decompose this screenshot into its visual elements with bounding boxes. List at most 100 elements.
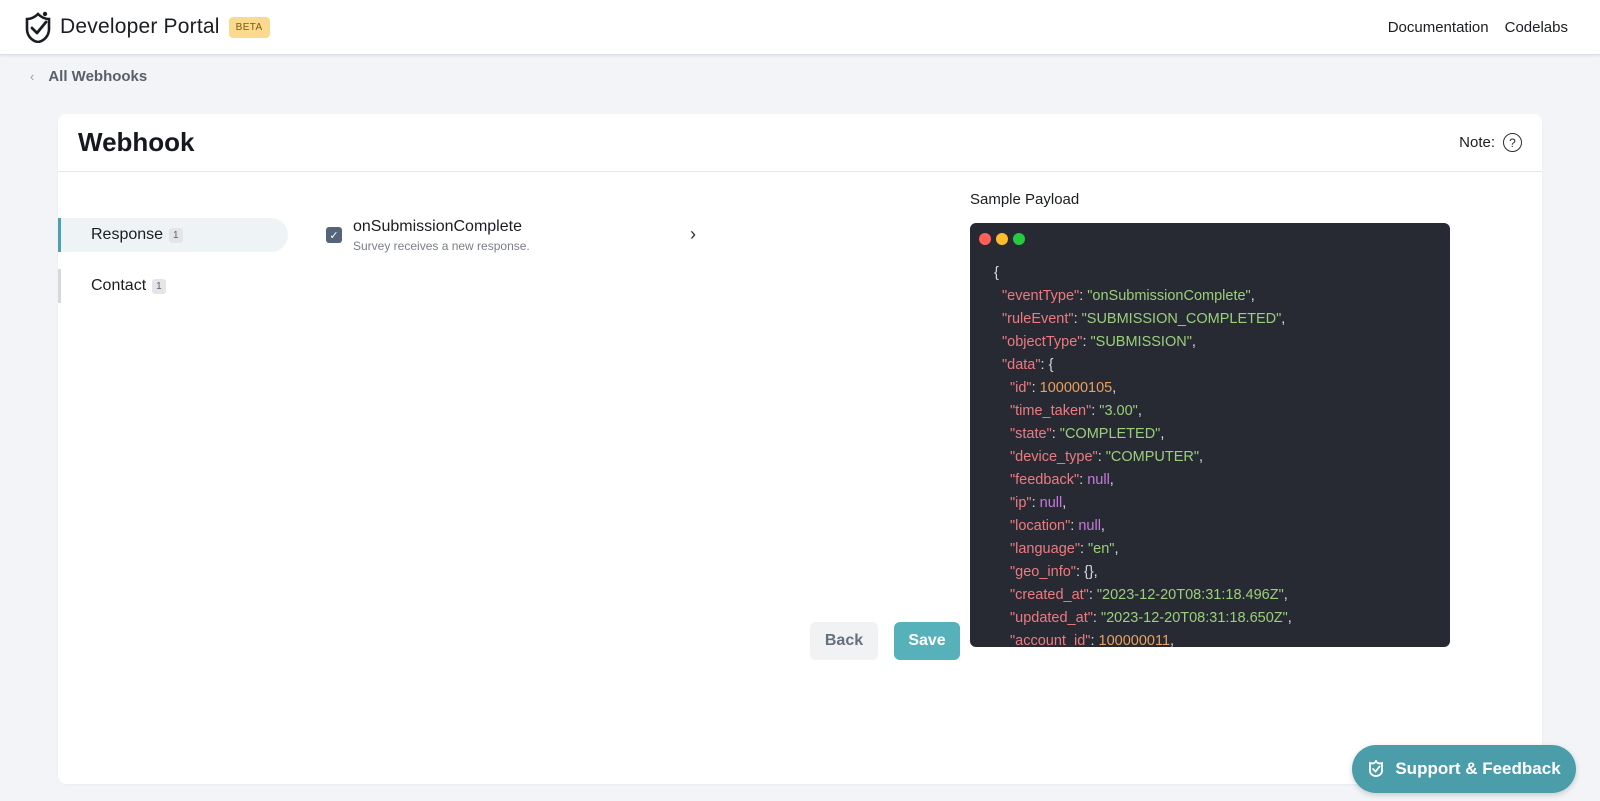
tab-contact[interactable]: Contact 1	[58, 269, 288, 303]
code-token: :	[1073, 311, 1082, 327]
code-token: ,	[1112, 380, 1117, 396]
event-checkbox[interactable]: ✓	[326, 227, 342, 243]
tab-label: Response	[91, 226, 164, 243]
code-token: ,	[1250, 288, 1255, 304]
tab-count-badge: 1	[169, 227, 183, 243]
code-line: "geo_info": {},	[970, 561, 1450, 584]
code-line: {	[970, 262, 1450, 285]
code-token: "3.00"	[1099, 403, 1138, 419]
code-token: :	[1082, 334, 1091, 350]
code-token: null	[1078, 518, 1101, 534]
code-line: "data": {	[970, 354, 1450, 377]
code-token: :	[1079, 541, 1089, 557]
sample-payload-code-window[interactable]: {"eventType": "onSubmissionComplete", "ru…	[970, 223, 1450, 647]
nav-documentation-link[interactable]: Documentation	[1388, 19, 1489, 36]
code-token: :	[1031, 495, 1040, 511]
code-line: "ruleEvent": "SUBMISSION_COMPLETED",	[970, 308, 1450, 331]
brand[interactable]: Developer Portal BETA	[24, 11, 270, 43]
code-token: ,	[1199, 449, 1204, 465]
check-icon: ✓	[329, 229, 339, 242]
code-token: ,	[1137, 403, 1142, 419]
logo-icon	[25, 11, 51, 43]
code-token: "id"	[1010, 380, 1032, 396]
code-block: {"eventType": "onSubmissionComplete", "ru…	[970, 262, 1450, 647]
event-description: Survey receives a new response.	[353, 239, 530, 253]
back-button[interactable]: Back	[810, 622, 878, 660]
code-token: "account_id"	[1010, 633, 1091, 647]
webhook-card: Webhook Note: ? Response 1 Contact 1 ✓ o…	[58, 114, 1542, 784]
chat-icon	[1369, 760, 1384, 777]
code-token: : {},	[1075, 564, 1098, 580]
beta-badge: BETA	[228, 16, 270, 38]
code-token: "SUBMISSION_COMPLETED"	[1081, 311, 1282, 327]
code-token: "SUBMISSION"	[1090, 334, 1192, 350]
minimize-dot-icon	[996, 233, 1008, 245]
code-token: "language"	[1010, 541, 1080, 557]
code-line: "created_at": "2023-12-20T08:31:18.496Z"…	[970, 584, 1450, 607]
top-navigation-bar: Developer Portal BETA Documentation Code…	[0, 0, 1600, 55]
event-category-tabs: Response 1 Contact 1	[58, 218, 288, 320]
chevron-right-icon[interactable]: ›	[690, 224, 696, 245]
code-line: "eventType": "onSubmissionComplete",	[970, 285, 1450, 308]
code-token: :	[1092, 610, 1101, 626]
nav-codelabs-link[interactable]: Codelabs	[1505, 19, 1568, 36]
code-token: ,	[1191, 334, 1196, 350]
code-token: "time_taken"	[1010, 403, 1092, 419]
code-token: ,	[1287, 610, 1292, 626]
code-token: : {	[1040, 357, 1054, 373]
code-token: "COMPLETED"	[1059, 426, 1161, 442]
help-icon[interactable]: ?	[1503, 133, 1522, 152]
event-item[interactable]: ✓ onSubmissionComplete Survey receives a…	[326, 218, 786, 258]
breadcrumb[interactable]: ‹ All Webhooks	[30, 66, 147, 86]
tab-count-badge: 1	[152, 278, 166, 294]
tab-response[interactable]: Response 1	[58, 218, 288, 252]
code-token: "geo_info"	[1010, 564, 1076, 580]
code-token: ,	[1062, 495, 1067, 511]
code-token: "en"	[1088, 541, 1115, 557]
code-token: "created_at"	[1010, 587, 1089, 603]
code-line: "ip": null,	[970, 492, 1450, 515]
code-token: :	[1088, 587, 1097, 603]
code-token: ,	[1281, 311, 1286, 327]
brand-name: Developer Portal	[60, 15, 220, 38]
breadcrumb-all-webhooks[interactable]: All Webhooks	[48, 68, 147, 85]
code-line: "id": 100000105,	[970, 377, 1450, 400]
note-label: Note:	[1459, 134, 1495, 151]
code-token: "2023-12-20T08:31:18.496Z"	[1096, 587, 1284, 603]
code-line: "feedback": null,	[970, 469, 1450, 492]
code-token: "ruleEvent"	[1002, 311, 1074, 327]
note: Note: ?	[1459, 133, 1522, 152]
code-token: ,	[1114, 541, 1119, 557]
window-controls	[979, 233, 1030, 245]
code-token: "ip"	[1010, 495, 1032, 511]
code-line: "account_id": 100000011,	[970, 630, 1450, 647]
code-token: :	[1031, 380, 1040, 396]
event-name: onSubmissionComplete	[353, 218, 522, 235]
chevron-left-icon: ‹	[30, 68, 35, 84]
code-token: null	[1087, 472, 1110, 488]
code-token: :	[1079, 472, 1088, 488]
top-nav: Documentation Codelabs	[1372, 0, 1568, 55]
code-token: "COMPUTER"	[1105, 449, 1200, 465]
code-line: "device_type": "COMPUTER",	[970, 446, 1450, 469]
code-line: "location": null,	[970, 515, 1450, 538]
code-token: null	[1039, 495, 1063, 511]
code-token: "location"	[1010, 518, 1071, 534]
code-token: "objectType"	[1002, 334, 1083, 350]
card-header: Webhook Note: ?	[58, 114, 1542, 172]
code-token: ,	[1109, 472, 1114, 488]
code-line: "time_taken": "3.00",	[970, 400, 1450, 423]
code-token: "updated_at"	[1010, 610, 1093, 626]
code-token: 100000011	[1098, 633, 1171, 647]
code-token: 100000105	[1039, 380, 1113, 396]
save-button[interactable]: Save	[894, 622, 960, 660]
code-token: ,	[1283, 587, 1288, 603]
code-line: "language": "en",	[970, 538, 1450, 561]
code-line: "objectType": "SUBMISSION",	[970, 331, 1450, 354]
code-line: "state": "COMPLETED",	[970, 423, 1450, 446]
support-feedback-button[interactable]: Support & Feedback	[1352, 745, 1576, 793]
code-token: :	[1051, 426, 1060, 442]
code-token: "device_type"	[1010, 449, 1098, 465]
code-token: :	[1090, 633, 1099, 647]
code-token: "state"	[1010, 426, 1052, 442]
